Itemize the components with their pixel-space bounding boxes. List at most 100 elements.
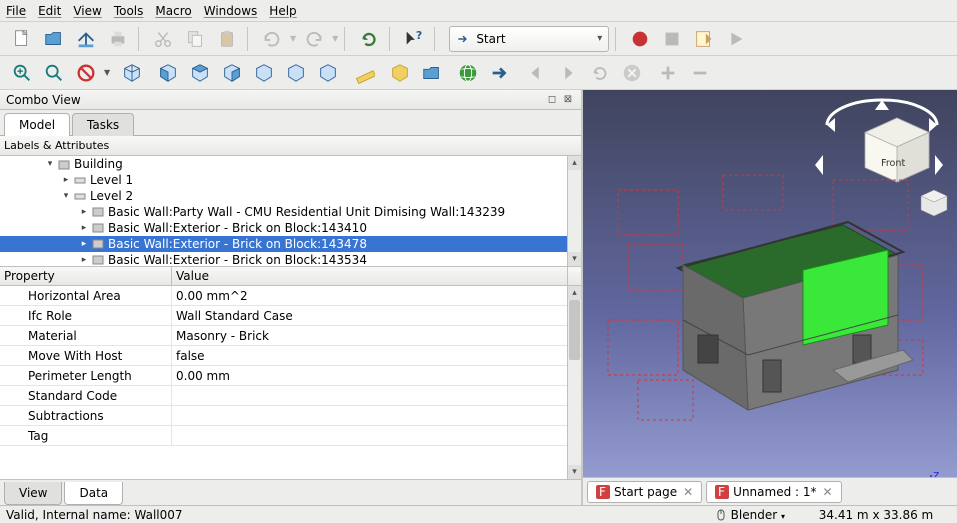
building-model[interactable]: [603, 170, 933, 450]
paste-button[interactable]: [213, 25, 241, 53]
prop-name[interactable]: Perimeter Length: [0, 366, 172, 385]
prop-name[interactable]: Ifc Role: [0, 306, 172, 325]
view-top-button[interactable]: [186, 59, 214, 87]
tree-item-level1[interactable]: Level 1: [90, 173, 133, 187]
open-button[interactable]: [40, 25, 68, 53]
collapse-icon[interactable]: ▾: [44, 159, 56, 169]
prop-name[interactable]: Subtractions: [0, 406, 172, 425]
expand-icon[interactable]: ▸: [78, 223, 90, 233]
tree-item-building[interactable]: Building: [74, 157, 123, 171]
nav-style-selector[interactable]: Blender ▾: [731, 508, 785, 522]
viewport-tab-start[interactable]: F Start page ✕: [587, 481, 702, 503]
nav-refresh-button[interactable]: [586, 59, 614, 87]
menu-macro[interactable]: Macro: [155, 4, 191, 18]
view-right-button[interactable]: [218, 59, 246, 87]
tree-item-wall-selected[interactable]: Basic Wall:Exterior - Brick on Block:143…: [108, 237, 367, 251]
menu-file[interactable]: File: [6, 4, 26, 18]
new-button[interactable]: [8, 25, 36, 53]
collapse-icon[interactable]: ▾: [60, 191, 72, 201]
view-front-button[interactable]: [154, 59, 182, 87]
prop-name[interactable]: Standard Code: [0, 386, 172, 405]
menu-view[interactable]: View: [73, 4, 101, 18]
undo-button[interactable]: [258, 25, 286, 53]
property-header-name[interactable]: Property: [0, 267, 172, 285]
menu-windows[interactable]: Windows: [204, 4, 258, 18]
undo-dropdown-icon[interactable]: ▼: [290, 34, 296, 43]
close-tab-icon[interactable]: ✕: [683, 485, 693, 499]
measure-button[interactable]: [350, 59, 378, 87]
save-button[interactable]: [72, 25, 100, 53]
tab-tasks[interactable]: Tasks: [72, 113, 134, 136]
zoom-selection-button[interactable]: [40, 59, 68, 87]
prop-value[interactable]: [172, 386, 581, 405]
expand-icon[interactable]: ▸: [78, 255, 90, 265]
panel-close-button[interactable]: ⊠: [561, 93, 575, 107]
menu-help[interactable]: Help: [269, 4, 296, 18]
tree-scrollbar[interactable]: ▴▾: [567, 156, 581, 266]
zoom-fit-button[interactable]: [8, 59, 36, 87]
wall-icon: [90, 237, 106, 251]
props-scrollbar[interactable]: ▴▾: [567, 286, 581, 479]
redo-button[interactable]: [300, 25, 328, 53]
cut-button[interactable]: [149, 25, 177, 53]
panel-float-button[interactable]: ◻: [545, 93, 559, 107]
nav-back-button[interactable]: [522, 59, 550, 87]
status-dimensions: 34.41 m x 33.86 m: [801, 508, 951, 522]
whats-this-button[interactable]: ?: [400, 25, 428, 53]
part-button[interactable]: [386, 59, 414, 87]
macro-edit-button[interactable]: [690, 25, 718, 53]
nav-stop-button[interactable]: [618, 59, 646, 87]
view-bottom-button[interactable]: [282, 59, 310, 87]
zoom-out-button[interactable]: [686, 59, 714, 87]
view-iso-button[interactable]: [118, 59, 146, 87]
prop-name[interactable]: Material: [0, 326, 172, 345]
prop-value[interactable]: 0.00 mm^2: [172, 286, 581, 305]
property-header-value[interactable]: Value: [172, 267, 567, 285]
tab-view[interactable]: View: [4, 482, 62, 505]
expand-icon[interactable]: ▸: [60, 175, 72, 185]
tree-item-wall[interactable]: Basic Wall:Party Wall - CMU Residential …: [108, 205, 505, 219]
zoom-in-button[interactable]: [654, 59, 682, 87]
tab-model[interactable]: Model: [4, 113, 70, 136]
macro-stop-button[interactable]: [658, 25, 686, 53]
prop-value[interactable]: Wall Standard Case: [172, 306, 581, 325]
tree-item-wall[interactable]: Basic Wall:Exterior - Brick on Block:143…: [108, 221, 367, 235]
view-left-button[interactable]: [314, 59, 342, 87]
menu-edit[interactable]: Edit: [38, 4, 61, 18]
refresh-button[interactable]: [355, 25, 383, 53]
macro-play-button[interactable]: [722, 25, 750, 53]
copy-button[interactable]: [181, 25, 209, 53]
web-button[interactable]: [454, 59, 482, 87]
close-tab-icon[interactable]: ✕: [823, 485, 833, 499]
prop-value[interactable]: Masonry - Brick: [172, 326, 581, 345]
property-header: Property Value: [0, 266, 581, 286]
viewport-tab-document[interactable]: F Unnamed : 1* ✕: [706, 481, 841, 503]
menu-tools[interactable]: Tools: [114, 4, 144, 18]
3d-viewport[interactable]: Front: [583, 90, 957, 505]
workbench-selector[interactable]: Start ▾: [449, 26, 609, 52]
view-rear-button[interactable]: [250, 59, 278, 87]
group-button[interactable]: [418, 59, 446, 87]
link-button[interactable]: [486, 59, 514, 87]
expand-icon[interactable]: ▸: [78, 239, 90, 249]
draw-style-dropdown-icon[interactable]: ▼: [104, 68, 110, 77]
mouse-icon: [715, 509, 727, 521]
tree-item-wall[interactable]: Basic Wall:Exterior - Brick on Block:143…: [108, 253, 367, 266]
prop-value[interactable]: [172, 426, 581, 445]
expand-icon[interactable]: ▸: [78, 207, 90, 217]
prop-name[interactable]: Tag: [0, 426, 172, 445]
tab-data[interactable]: Data: [64, 482, 123, 505]
model-tree[interactable]: ▾ Building ▸ Level 1 ▾ Level 2 ▸ Basic Wall:…: [0, 156, 581, 266]
nav-forward-button[interactable]: [554, 59, 582, 87]
prop-value[interactable]: 0.00 mm: [172, 366, 581, 385]
redo-dropdown-icon[interactable]: ▼: [332, 34, 338, 43]
tree-item-level2[interactable]: Level 2: [90, 189, 133, 203]
prop-name[interactable]: Horizontal Area: [0, 286, 172, 305]
prop-value[interactable]: false: [172, 346, 581, 365]
prop-name[interactable]: Move With Host: [0, 346, 172, 365]
prop-value[interactable]: [172, 406, 581, 425]
draw-style-button[interactable]: [72, 59, 100, 87]
chevron-down-icon: ▾: [781, 512, 785, 521]
print-button[interactable]: [104, 25, 132, 53]
macro-record-button[interactable]: [626, 25, 654, 53]
